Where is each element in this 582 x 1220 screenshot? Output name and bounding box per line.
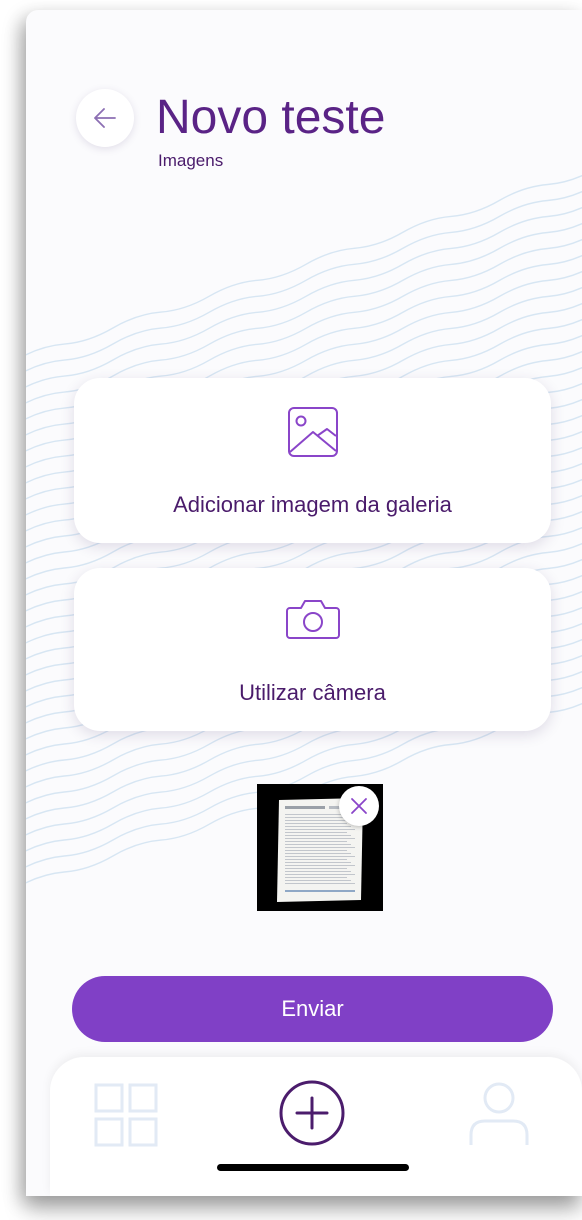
arrow-left-icon xyxy=(94,108,116,128)
use-camera-button[interactable]: Utilizar câmera xyxy=(74,568,551,731)
home-indicator xyxy=(217,1164,409,1171)
bottom-navigation xyxy=(50,1057,582,1196)
send-button[interactable]: Enviar xyxy=(72,976,553,1042)
add-from-gallery-button[interactable]: Adicionar imagem da galeria xyxy=(74,378,551,543)
camera-icon xyxy=(285,600,340,639)
image-icon xyxy=(287,407,338,457)
remove-attachment-button[interactable] xyxy=(339,786,379,826)
app-screen: Novo teste Imagens Adicionar imagem da g… xyxy=(26,10,582,1196)
user-icon xyxy=(469,1082,529,1145)
plus-circle-icon xyxy=(279,1080,345,1146)
use-camera-label: Utilizar câmera xyxy=(239,680,386,705)
close-icon xyxy=(351,798,367,814)
nav-profile[interactable] xyxy=(468,1081,530,1152)
nav-home[interactable] xyxy=(94,1083,158,1152)
screen-frame: Novo teste Imagens Adicionar imagem da g… xyxy=(0,0,582,1220)
add-from-gallery-label: Adicionar imagem da galeria xyxy=(173,492,452,517)
page-title: Novo teste xyxy=(156,91,386,144)
back-button[interactable] xyxy=(76,89,134,147)
nav-new-test[interactable] xyxy=(278,1079,346,1152)
grid-icon xyxy=(94,1083,158,1147)
page-subtitle: Imagens xyxy=(158,151,224,170)
